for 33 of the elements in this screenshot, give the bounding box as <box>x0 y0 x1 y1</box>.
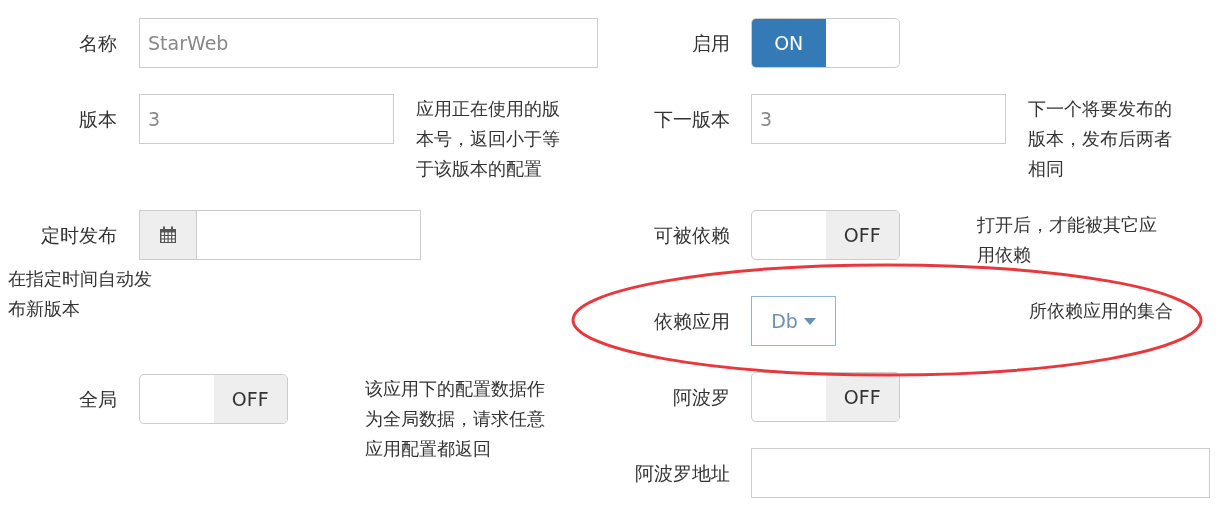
input-field[interactable]: 3 <box>139 94 394 144</box>
dropdown-button[interactable]: Db <box>751 296 836 346</box>
help-text: 下一个将要发布的版本，发布后两者相同 <box>1028 97 1173 181</box>
toggle-state: ON <box>752 19 826 67</box>
field-label: 名称 <box>78 31 117 56</box>
help-text: 应用正在使用的版本号，返回小于等于该版本的配置 <box>416 97 561 181</box>
toggle-switch[interactable]: OFF <box>751 372 900 422</box>
field-label: 定时发布 <box>40 223 117 248</box>
toggle-state: OFF <box>825 373 899 421</box>
field-label: 依赖应用 <box>653 309 730 334</box>
field-label: 下一版本 <box>653 107 730 132</box>
toggle-state: OFF <box>825 211 899 259</box>
help-text: 打开后，才能被其它应用依赖 <box>977 213 1158 267</box>
field-label: 阿波罗 <box>672 385 730 410</box>
field-label: 版本 <box>78 107 117 132</box>
calendar-icon <box>159 226 177 244</box>
field-label: 阿波罗地址 <box>634 461 730 486</box>
field-label: 全局 <box>78 387 117 412</box>
toggle-switch[interactable]: ON <box>751 18 900 68</box>
input-field[interactable] <box>751 448 1210 498</box>
help-text: 所依赖应用的集合 <box>1029 299 1174 323</box>
input-field[interactable]: 3 <box>751 94 1006 144</box>
caret-icon <box>803 317 816 325</box>
help-text: 在指定时间自动发布新版本 <box>8 267 153 321</box>
input-field[interactable]: StarWeb <box>139 18 598 68</box>
field-label: 可被依赖 <box>653 223 730 248</box>
toggle-switch[interactable]: OFF <box>139 374 288 424</box>
help-text: 该应用下的配置数据作为全局数据，请求任意应用配置都返回 <box>365 377 546 461</box>
calendar-button[interactable] <box>139 210 196 260</box>
toggle-switch[interactable]: OFF <box>751 210 900 260</box>
date-field[interactable] <box>196 210 421 260</box>
field-label: 启用 <box>691 31 730 56</box>
toggle-state: OFF <box>213 375 287 423</box>
